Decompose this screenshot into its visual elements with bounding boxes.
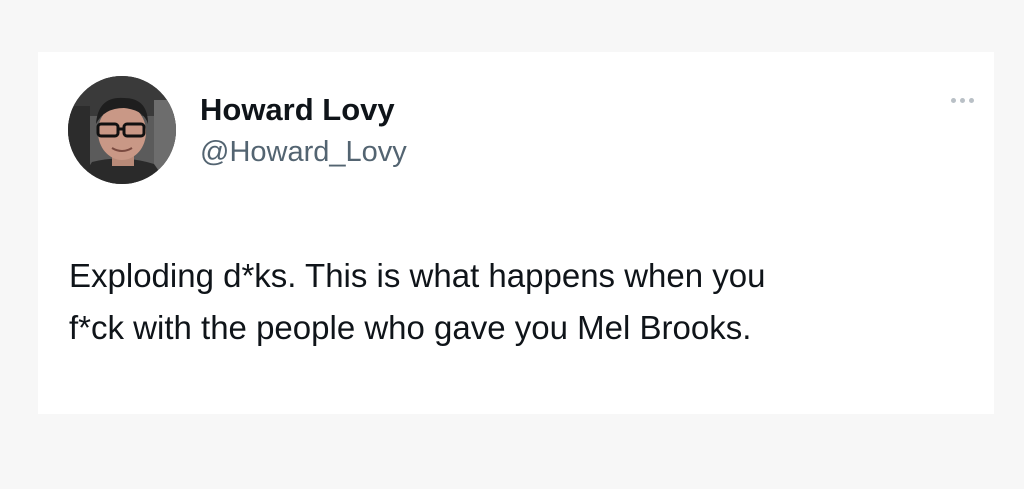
tweet-card[interactable]: Howard Lovy @Howard_Lovy Exploding d*ks.… <box>38 52 994 414</box>
more-dot <box>950 97 956 103</box>
profile-photo-icon <box>68 76 176 184</box>
tweet-text-line: f*ck with the people who gave you Mel Br… <box>69 309 752 346</box>
more-options-icon[interactable] <box>942 88 982 112</box>
more-dot <box>968 97 974 103</box>
author-avatar[interactable] <box>68 76 176 184</box>
tweet-text: Exploding d*ks. This is what happens whe… <box>69 250 969 354</box>
author-name[interactable]: Howard Lovy <box>200 92 395 128</box>
page: Howard Lovy @Howard_Lovy Exploding d*ks.… <box>0 0 1024 489</box>
more-dot <box>959 97 965 103</box>
author-handle[interactable]: @Howard_Lovy <box>200 136 407 169</box>
tweet-text-line: Exploding d*ks. This is what happens whe… <box>69 257 766 294</box>
